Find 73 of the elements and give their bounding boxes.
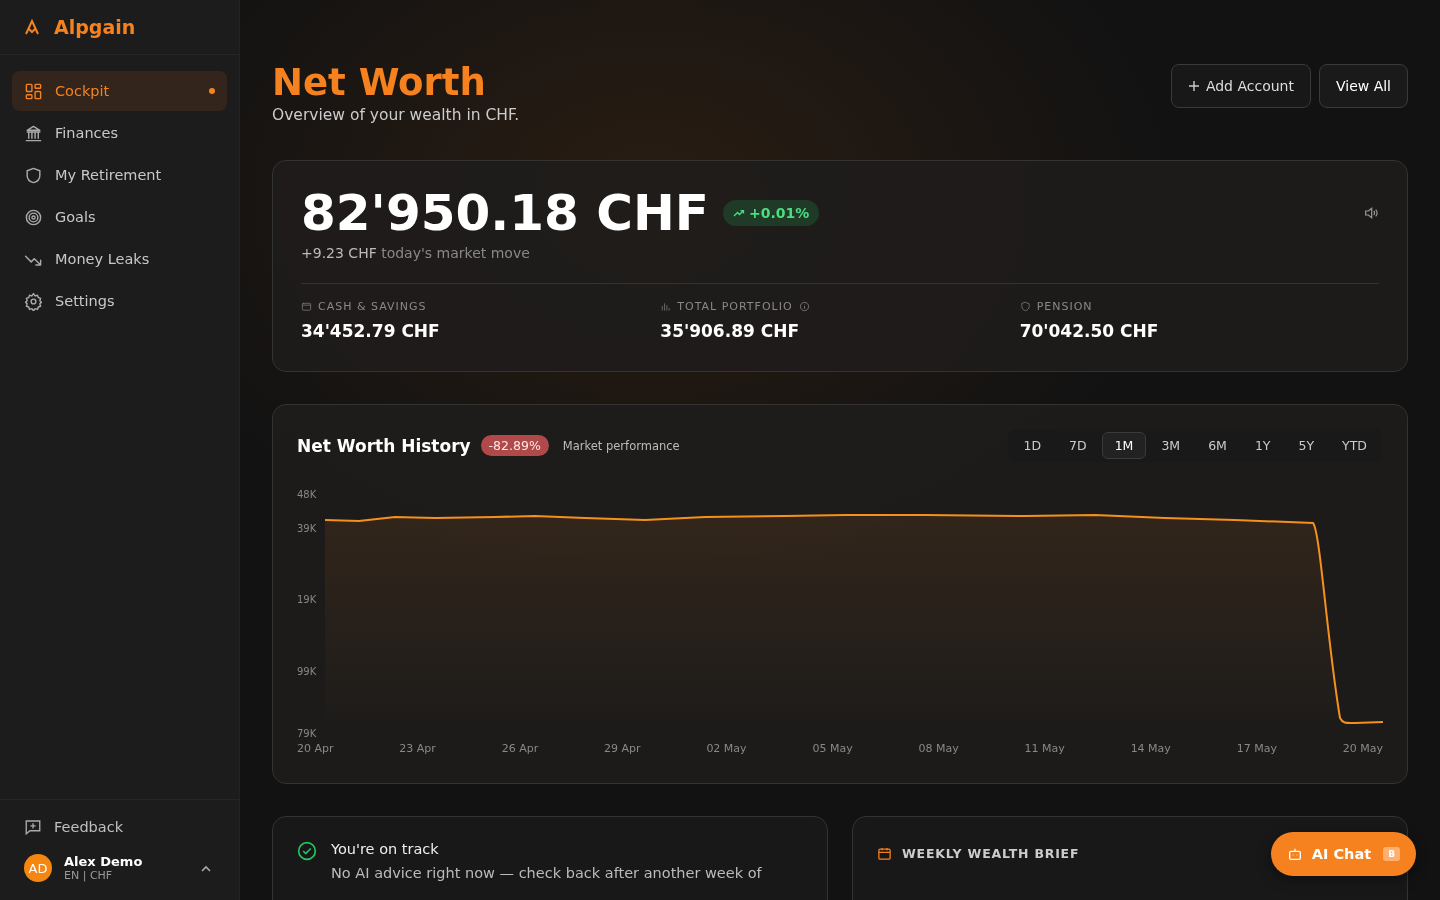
check-circle-icon xyxy=(297,841,317,861)
status-text: No AI advice right now — check back after another week of xyxy=(331,865,762,881)
info-icon[interactable] xyxy=(798,301,810,312)
shortcut-badge: B xyxy=(1383,847,1400,861)
nav-item[interactable]: Settings xyxy=(12,281,227,321)
nav-item[interactable]: Goals xyxy=(12,197,227,237)
stat-value: 35'906.89 CHF xyxy=(660,321,801,341)
add-account-button[interactable]: Add Account xyxy=(1170,64,1311,108)
axis-label: 26 Apr xyxy=(501,743,539,755)
axis-label: 29 Apr xyxy=(604,743,641,755)
view-all-button[interactable]: View All xyxy=(1318,64,1408,108)
status-title: You're on track xyxy=(331,841,440,857)
nav-item[interactable]: Finances xyxy=(12,113,227,153)
nav-item[interactable]: Money Leaks xyxy=(12,239,227,279)
axis-label: 39K xyxy=(297,524,317,536)
stat-label: CASH & SAVINGS xyxy=(318,300,427,313)
range-tab[interactable]: 3M xyxy=(1148,432,1194,459)
user-locale: EN | CHF xyxy=(64,869,114,882)
stat-value: 70'042.50 CHF xyxy=(1019,321,1160,341)
calendar-icon xyxy=(877,846,892,861)
settings-icon xyxy=(24,291,43,311)
market-move-text: +9.23 CHF today's market move xyxy=(301,245,531,261)
range-tab[interactable]: 1M xyxy=(1101,432,1147,459)
change-badge: +0.01% xyxy=(722,200,820,226)
axis-label: 20 Apr xyxy=(297,743,334,755)
speaker-icon[interactable] xyxy=(1363,205,1379,221)
axis-label: 79K xyxy=(297,729,317,739)
axis-label: 14 May xyxy=(1130,743,1171,755)
chart-title: Net Worth History xyxy=(297,435,471,456)
axis-label: 08 May xyxy=(918,743,959,755)
shield-icon xyxy=(1019,301,1031,312)
axis-label: 02 May xyxy=(706,743,747,755)
logo-icon xyxy=(24,19,40,35)
plus-icon xyxy=(1187,80,1200,92)
avatar: AD xyxy=(24,854,52,882)
shield-icon xyxy=(24,165,43,185)
axis-label: 19K xyxy=(297,595,317,607)
axis-label: 48K xyxy=(297,490,317,502)
brief-title: WEEKLY WEALTH BRIEF xyxy=(902,846,1080,861)
target-icon xyxy=(24,207,43,227)
total-net-worth: 82'950.18 CHF xyxy=(301,185,709,241)
robot-icon xyxy=(1286,846,1303,862)
bar-chart-icon xyxy=(660,301,672,312)
range-tab[interactable]: 7D xyxy=(1056,432,1100,459)
change-badge: -82.89% xyxy=(480,435,549,456)
page-title: Net Worth xyxy=(272,62,487,104)
grid-icon xyxy=(24,81,43,101)
page-subtitle: Overview of your wealth in CHF. xyxy=(272,106,520,124)
range-tab[interactable]: 6M xyxy=(1195,432,1240,459)
axis-label: 99K xyxy=(297,667,317,679)
axis-label: 05 May xyxy=(812,743,853,755)
range-tab[interactable]: 1Y xyxy=(1241,432,1284,459)
wallet-icon xyxy=(301,301,312,312)
chevron-up-icon[interactable] xyxy=(201,864,211,872)
axis-label: 17 May xyxy=(1236,743,1277,755)
nav-item[interactable]: Cockpit xyxy=(12,71,227,111)
axis-label: 11 May xyxy=(1024,743,1065,755)
range-tab[interactable]: 1D xyxy=(1010,432,1055,459)
trend-up-icon xyxy=(732,207,745,219)
feedback-link[interactable]: Feedback xyxy=(0,812,239,842)
chart-caption: Market performance xyxy=(562,438,680,453)
stat-label: TOTAL PORTFOLIO xyxy=(677,300,793,313)
stat-label: PENSION xyxy=(1036,300,1093,313)
range-tab[interactable]: YTD xyxy=(1329,432,1380,459)
range-tab[interactable]: 5Y xyxy=(1285,432,1328,459)
axis-label: 20 May xyxy=(1342,743,1383,755)
brand-name: Alpgain xyxy=(54,16,136,38)
stat-value: 34'452.79 CHF xyxy=(301,321,441,341)
axis-label: 23 Apr xyxy=(399,743,436,755)
feedback-icon xyxy=(24,818,42,836)
nav-item[interactable]: My Retirement xyxy=(12,155,227,195)
user-name: Alex Demo xyxy=(64,854,143,869)
bank-icon xyxy=(24,123,43,143)
